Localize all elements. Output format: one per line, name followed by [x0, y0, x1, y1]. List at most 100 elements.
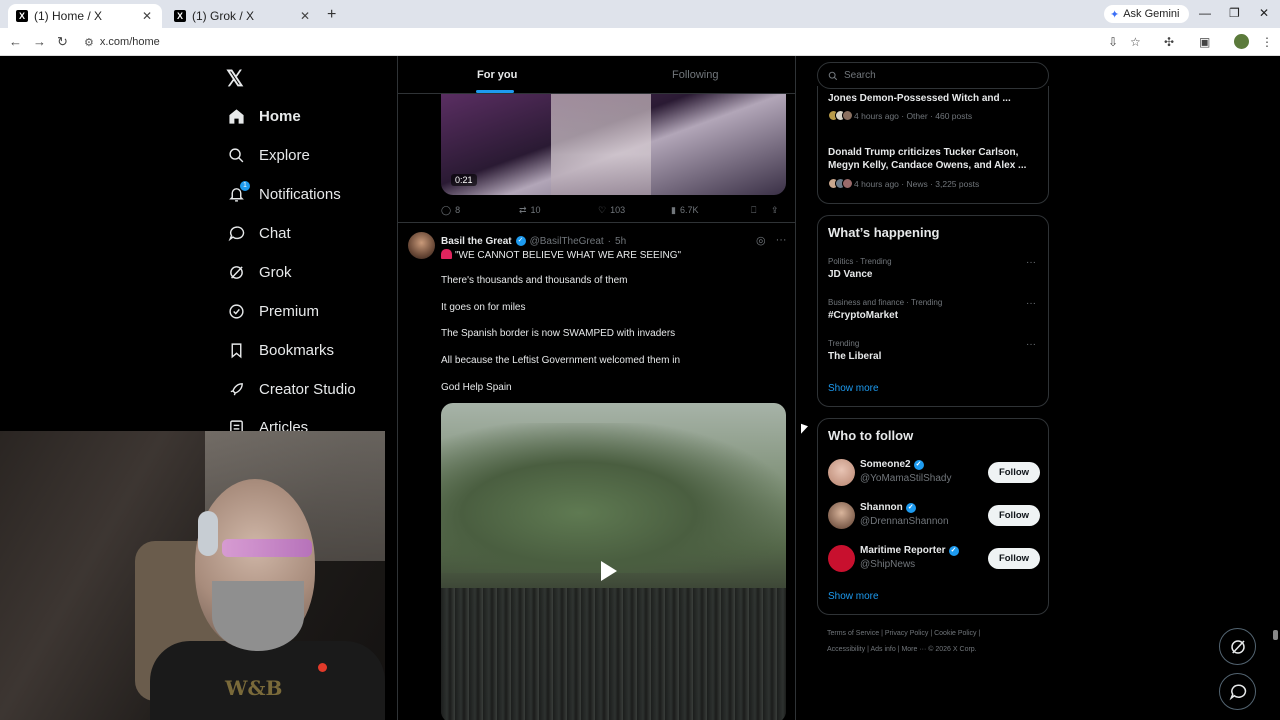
address-bar[interactable]: ⚙ x.com/home: [84, 33, 160, 51]
nav-chat[interactable]: Chat: [227, 219, 291, 247]
trend-name[interactable]: #CryptoMarket: [828, 310, 898, 321]
like-button[interactable]: ♡ 103: [598, 205, 671, 216]
post-text: "WE CANNOT BELIEVE WHAT WE ARE SEEING": [455, 250, 682, 261]
follow-suggestion: Maritime Reporter ✓ @ShipNews Follow: [828, 543, 1040, 575]
more-icon[interactable]: ···: [1026, 257, 1036, 268]
nav-notifications[interactable]: 1 Notifications: [227, 180, 341, 208]
news-title[interactable]: Jones Demon-Possessed Witch and ...: [828, 92, 1038, 105]
install-icon[interactable]: ⇩: [1108, 35, 1118, 49]
tab-following[interactable]: Following: [672, 69, 718, 81]
post-time[interactable]: 5h: [615, 236, 626, 247]
post-text-line: There's thousands and thousands of them: [441, 275, 628, 286]
close-window-icon[interactable]: ✕: [1259, 6, 1269, 20]
close-icon[interactable]: ✕: [140, 9, 154, 23]
nav-label: Grok: [259, 263, 292, 281]
verified-icon: ✓: [515, 236, 526, 246]
x-logo-icon[interactable]: 𝕏: [226, 66, 244, 92]
follow-button[interactable]: Follow: [988, 548, 1040, 569]
reply-button[interactable]: ◯ 8: [441, 205, 519, 216]
account-name-text: Maritime Reporter: [860, 545, 946, 556]
post-actions: ◯ 8 ⇄ 10 ♡ 103 ▮ 6.7K ⎕ ⇪: [441, 203, 786, 217]
trend-name[interactable]: The Liberal: [828, 351, 881, 362]
webcam-overlay: W&B: [0, 431, 385, 720]
menu-icon[interactable]: ⋮: [1261, 35, 1273, 49]
trend-name[interactable]: JD Vance: [828, 269, 872, 280]
site-info-icon[interactable]: ⚙: [84, 36, 94, 49]
reply-icon: ◯: [441, 204, 452, 215]
grok-icon[interactable]: ◎: [756, 234, 766, 247]
nav-grok[interactable]: Grok: [227, 258, 292, 286]
forward-icon[interactable]: →: [33, 34, 46, 49]
back-icon[interactable]: ←: [9, 34, 22, 49]
account-handle[interactable]: @YoMamaStilShady: [860, 473, 952, 484]
browser-tab-grok[interactable]: X (1) Grok / X ✕: [166, 4, 320, 28]
nav-explore[interactable]: Explore: [227, 141, 310, 169]
side-panel-icon[interactable]: ▣: [1199, 35, 1210, 49]
avatar-stack: [828, 110, 853, 121]
avatar[interactable]: [408, 232, 435, 259]
views-button[interactable]: ▮ 6.7K: [671, 205, 751, 216]
bookmark-star-icon[interactable]: ☆: [1130, 35, 1141, 49]
search-input[interactable]: Search: [817, 62, 1049, 89]
author-name[interactable]: Basil the Great: [441, 236, 512, 247]
show-more-link[interactable]: Show more: [828, 383, 879, 394]
news-title[interactable]: Donald Trump criticizes Tucker Carlson, …: [828, 146, 1038, 172]
account-name[interactable]: Maritime Reporter ✓: [860, 545, 959, 556]
avatar[interactable]: [828, 502, 855, 529]
reload-icon[interactable]: ↻: [57, 34, 68, 50]
account-name-text: Shannon: [860, 502, 903, 513]
more-icon[interactable]: ···: [1026, 298, 1036, 309]
nav-bookmarks[interactable]: Bookmarks: [227, 336, 334, 364]
footer-links[interactable]: Terms of Service | Privacy Policy | Cook…: [827, 630, 980, 637]
nav-creator-studio[interactable]: Creator Studio: [227, 375, 356, 403]
account-name[interactable]: Someone2 ✓: [860, 459, 924, 470]
post-header: Basil the Great ✓ @BasilTheGreat · 5h: [441, 234, 626, 248]
close-icon[interactable]: ✕: [298, 9, 312, 23]
trend-context: Politics · Trending: [828, 257, 892, 266]
messages-button[interactable]: [1219, 673, 1256, 710]
post-video[interactable]: 0:21: [441, 94, 786, 195]
news-card: Jones Demon-Possessed Witch and ... 4 ho…: [817, 86, 1049, 204]
scrollbar[interactable]: [1273, 630, 1278, 640]
nav-home[interactable]: Home: [227, 102, 301, 130]
repost-button[interactable]: ⇄ 10: [519, 205, 598, 216]
news-meta: 4 hours ago · Other · 460 posts: [828, 110, 972, 121]
nav-label: Home: [259, 107, 301, 125]
timeline: For you Following 0:21 ◯ 8 ⇄ 10 ♡ 103 ▮: [397, 56, 796, 720]
shirt-print: W&B: [225, 676, 283, 700]
more-icon[interactable]: ···: [776, 234, 787, 247]
account-name[interactable]: Shannon ✓: [860, 502, 916, 513]
minimize-icon[interactable]: —: [1199, 6, 1211, 20]
share-icon[interactable]: ⇪: [771, 205, 783, 216]
ask-gemini-label: Ask Gemini: [1123, 8, 1180, 20]
show-more-link[interactable]: Show more: [828, 591, 879, 602]
extensions-icon[interactable]: ✣: [1164, 35, 1174, 49]
verified-icon: ✓: [905, 502, 916, 513]
footer-links[interactable]: Accessibility | Ads info | More ··· © 20…: [827, 646, 977, 653]
video-frame: [441, 588, 786, 720]
x-favicon-icon: X: [174, 10, 186, 22]
post-video[interactable]: [441, 403, 786, 720]
account-handle[interactable]: @ShipNews: [860, 559, 915, 570]
profile-avatar[interactable]: [1234, 34, 1249, 49]
play-icon[interactable]: [601, 561, 617, 581]
browser-tab-home[interactable]: X (1) Home / X ✕: [8, 4, 162, 28]
follow-button[interactable]: Follow: [988, 505, 1040, 526]
ask-gemini-button[interactable]: ✦ Ask Gemini: [1104, 5, 1190, 23]
restore-icon[interactable]: ❐: [1229, 6, 1240, 20]
avatar[interactable]: [828, 545, 855, 572]
section-title: Who to follow: [828, 428, 914, 443]
new-tab-icon[interactable]: +: [327, 6, 336, 24]
nav-premium[interactable]: Premium: [227, 297, 319, 325]
more-icon[interactable]: ···: [1026, 339, 1036, 350]
follow-suggestion: Someone2 ✓ @YoMamaStilShady Follow: [828, 457, 1040, 489]
grok-button[interactable]: [1219, 628, 1256, 665]
author-handle[interactable]: @BasilTheGreat: [530, 236, 604, 247]
post-text-line: It goes on for miles: [441, 302, 526, 313]
tab-for-you[interactable]: For you: [477, 69, 517, 81]
follow-button[interactable]: Follow: [988, 462, 1040, 483]
account-handle[interactable]: @DrennanShannon: [860, 516, 949, 527]
grok-icon: [1230, 639, 1245, 654]
bookmark-post-icon[interactable]: ⎕: [751, 205, 771, 216]
avatar[interactable]: [828, 459, 855, 486]
